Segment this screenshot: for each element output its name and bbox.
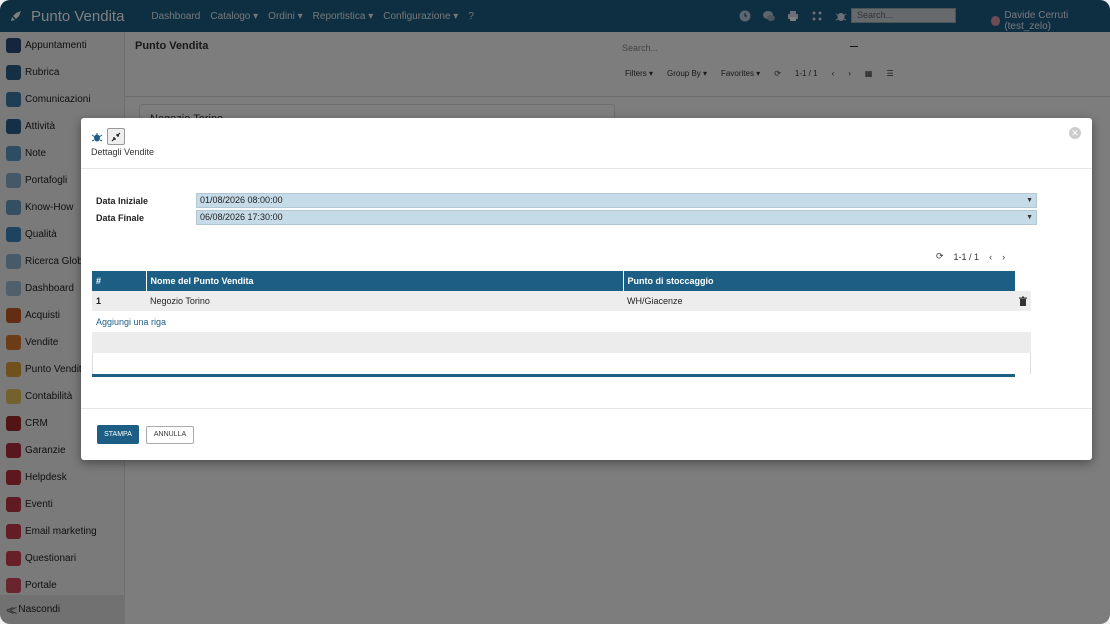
stampa-button[interactable]: STAMPA (97, 425, 139, 444)
refresh-icon[interactable]: ⟳ (936, 251, 944, 262)
data-finale-label: Data Finale (96, 213, 145, 223)
row-stoccaggio-link[interactable]: WH/Giacenze (623, 291, 1015, 311)
bug-icon[interactable] (91, 131, 103, 143)
column-header-nome[interactable]: Nome del Punto Vendita (146, 271, 624, 291)
table-pager: ⟳ 1-1 / 1 ‹ › (936, 251, 1005, 262)
data-finale-value: 06/08/2026 17:30:00 (200, 212, 283, 222)
prev-page-icon[interactable]: ‹ (989, 252, 992, 262)
table-empty-row (92, 353, 1031, 374)
app-window: Punto Vendita Dashboard Catalogo ▾ Ordin… (0, 0, 1110, 624)
compress-arrows-icon (111, 132, 121, 141)
expand-button[interactable] (107, 128, 125, 145)
pager-value: 1-1 / 1 (953, 251, 980, 262)
table-empty-row (92, 332, 1031, 353)
add-row-link[interactable]: Aggiungi una riga (96, 317, 166, 327)
table-footer-bar (92, 374, 1015, 377)
punti-vendita-table: # Nome del Punto Vendita Punto di stocca… (92, 271, 1031, 311)
row-nome[interactable]: Negozio Torino (146, 291, 623, 311)
chevron-down-icon: ▼ (1026, 197, 1033, 204)
dettagli-vendite-modal: Dettagli Vendite ✕ Data Iniziale 01/08/2… (81, 118, 1092, 460)
chevron-down-icon: ▼ (1026, 214, 1033, 221)
table-header-row: # Nome del Punto Vendita Punto di stocca… (92, 271, 1031, 291)
row-number: 1 (92, 291, 146, 311)
column-header-number[interactable]: # (92, 271, 147, 291)
data-iniziale-field[interactable]: 01/08/2026 08:00:00 ▼ (196, 193, 1037, 208)
column-header-actions (1015, 271, 1031, 291)
modal-footer-divider (81, 408, 1092, 409)
data-iniziale-value: 01/08/2026 08:00:00 (200, 195, 283, 205)
data-iniziale-label: Data Iniziale (96, 196, 149, 206)
data-finale-field[interactable]: 06/08/2026 17:30:00 ▼ (196, 210, 1037, 225)
modal-header-divider (81, 168, 1092, 169)
next-page-icon[interactable]: › (1002, 252, 1005, 262)
column-header-stoccaggio[interactable]: Punto di stoccaggio (623, 271, 1016, 291)
close-icon[interactable]: ✕ (1069, 127, 1081, 139)
trash-icon[interactable] (1018, 296, 1028, 307)
modal-title: Dettagli Vendite (91, 147, 155, 157)
annulla-button[interactable]: ANNULLA (146, 426, 194, 444)
table-row[interactable]: 1 Negozio Torino WH/Giacenze (92, 291, 1031, 311)
